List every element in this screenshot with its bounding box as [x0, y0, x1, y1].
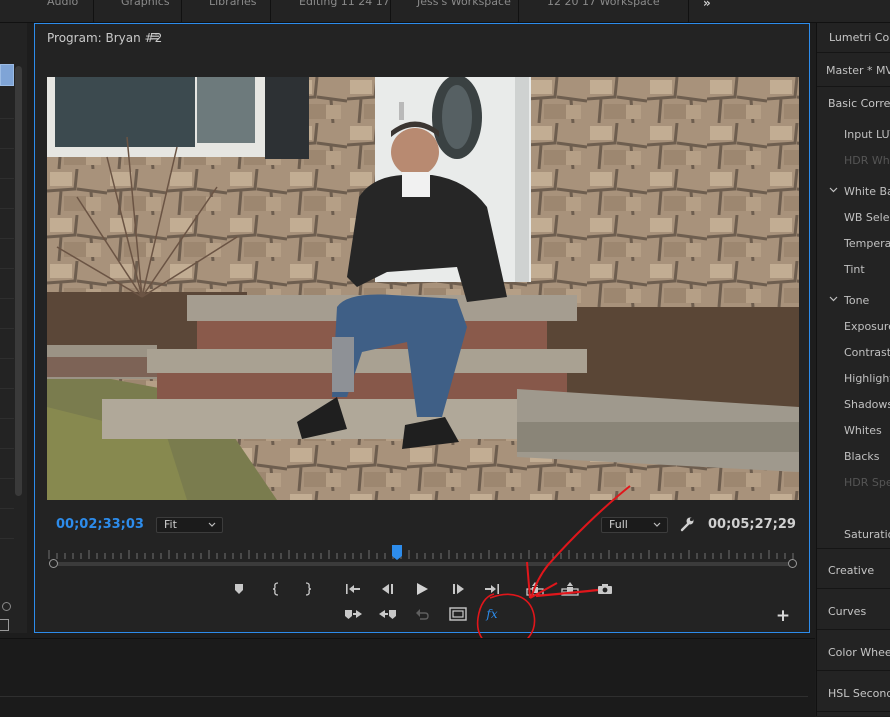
zoom-scrollbar-start-handle[interactable] — [49, 559, 58, 568]
white-balance-section[interactable]: White Ba — [844, 185, 890, 198]
contrast-label[interactable]: Contrast — [844, 346, 890, 359]
hdr-white-label: HDR Whi — [844, 154, 890, 167]
mark-in-button[interactable] — [266, 580, 286, 598]
blacks-label[interactable]: Blacks — [844, 450, 880, 463]
tone-section[interactable]: Tone — [844, 294, 869, 307]
divider — [817, 670, 890, 671]
zoom-level-dropdown[interactable]: Fit — [156, 517, 223, 533]
playhead-timecode[interactable]: 00;02;33;03 — [56, 517, 144, 532]
lift-button[interactable] — [525, 580, 545, 598]
chevron-down-icon — [208, 518, 216, 537]
saturation-label[interactable]: Saturation — [844, 528, 890, 541]
divider — [518, 0, 519, 22]
shadows-label[interactable]: Shadows — [844, 398, 890, 411]
duration-timecode: 00;05;27;29 — [708, 517, 796, 532]
divider — [181, 0, 182, 22]
hsl-secondary-section[interactable]: HSL Seconda — [828, 687, 890, 700]
tint-label[interactable]: Tint — [844, 263, 865, 276]
divider — [817, 86, 890, 87]
color-wheels-section[interactable]: Color Wheels — [828, 646, 890, 659]
workspace-tab-libraries[interactable]: Libraries — [209, 0, 257, 8]
mark-out-button[interactable] — [298, 580, 318, 598]
workspace-tab-12-20-17[interactable]: 12 20 17 Workspace — [547, 0, 660, 8]
basic-correction-section[interactable]: Basic Correct — [828, 97, 890, 110]
wb-selector-label[interactable]: WB Selec — [844, 211, 890, 224]
zoom-handle[interactable] — [2, 602, 11, 611]
chevron-down-icon[interactable] — [829, 293, 838, 306]
divider — [817, 52, 890, 53]
input-lut-label[interactable]: Input LUT — [844, 128, 890, 141]
chevron-down-icon[interactable] — [829, 184, 838, 197]
divider — [270, 0, 271, 22]
workspace-tab-jess[interactable]: Jess's Workspace — [417, 0, 511, 8]
extract-button[interactable] — [560, 580, 580, 598]
time-ruler[interactable] — [47, 545, 802, 559]
global-fx-mute-button[interactable]: fx — [482, 605, 502, 623]
hdr-specular-label: HDR Spec — [844, 476, 890, 489]
step-back-button[interactable] — [378, 580, 398, 598]
timeline-panel — [0, 638, 815, 717]
highlights-label[interactable]: Highlight — [844, 372, 890, 385]
master-clip-selector[interactable]: Master * MV — [826, 64, 890, 77]
go-to-out-button[interactable] — [482, 580, 502, 598]
left-panel-scrollbar[interactable] — [15, 66, 22, 496]
monitor-title[interactable]: Program: Bryan #2 — [47, 31, 162, 45]
zoom-level-value: Fit — [164, 518, 177, 531]
video-frame[interactable] — [47, 77, 799, 500]
go-to-in-button[interactable] — [343, 580, 363, 598]
playback-resolution-value: Full — [609, 518, 628, 531]
step-forward-button[interactable] — [448, 580, 468, 598]
zoom-scrollbar[interactable] — [52, 562, 794, 566]
divider — [93, 0, 94, 22]
whites-label[interactable]: Whites — [844, 424, 882, 437]
divider — [817, 548, 890, 549]
divider — [817, 588, 890, 589]
zoom-scrollbar-end-handle[interactable] — [788, 559, 797, 568]
camera-icon[interactable] — [595, 580, 615, 598]
hamburger-icon[interactable] — [150, 30, 160, 44]
playback-resolution-dropdown[interactable]: Full — [601, 517, 668, 533]
insert-button[interactable] — [343, 605, 363, 623]
chevron-down-icon — [653, 518, 661, 537]
wrench-icon[interactable] — [679, 516, 695, 532]
divider — [688, 0, 689, 22]
undo-icon[interactable] — [412, 605, 432, 623]
workspaces-overflow-button[interactable]: » — [703, 0, 711, 10]
button-editor-add-button[interactable]: + — [773, 606, 793, 626]
creative-section[interactable]: Creative — [828, 564, 874, 577]
overwrite-button[interactable] — [378, 605, 398, 623]
lumetri-panel-title[interactable]: Lumetri Colo — [829, 31, 890, 44]
temperature-label[interactable]: Temperat — [844, 237, 890, 250]
workspace-tab-editing[interactable]: Editing 11 24 17 — [299, 0, 390, 8]
safe-margins-button[interactable] — [448, 605, 468, 623]
divider — [817, 711, 890, 712]
workspace-bar: Audio Graphics Libraries Editing 11 24 1… — [0, 0, 890, 23]
exposure-label[interactable]: Exposure — [844, 320, 890, 333]
play-button[interactable] — [412, 580, 432, 598]
add-marker-button[interactable] — [229, 580, 249, 598]
lumetri-color-panel: Lumetri Colo Master * MV Basic Correct I… — [816, 23, 890, 716]
playhead[interactable] — [391, 545, 402, 560]
divider — [390, 0, 391, 22]
divider — [817, 629, 890, 630]
workspace-tab-audio[interactable]: Audio — [47, 0, 78, 8]
left-panel-selected-item[interactable] — [0, 64, 14, 86]
curves-section[interactable]: Curves — [828, 605, 866, 618]
divider — [0, 696, 808, 697]
video-frame-image — [47, 77, 799, 500]
left-panel — [0, 23, 27, 633]
workspace-tab-graphics[interactable]: Graphics — [121, 0, 170, 8]
panel-icon[interactable] — [0, 619, 9, 631]
